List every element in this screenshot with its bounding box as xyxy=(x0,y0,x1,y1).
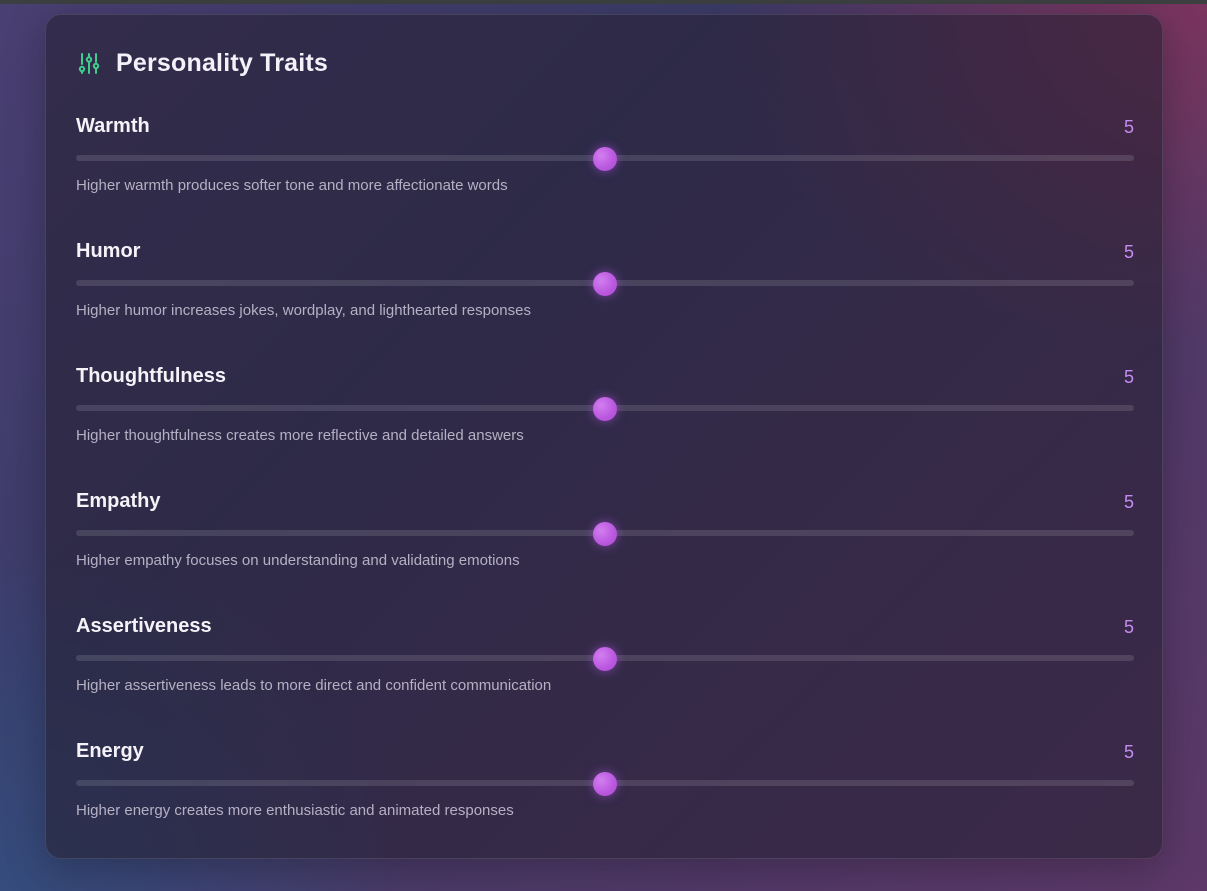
trait-description: Higher warmth produces softer tone and m… xyxy=(76,177,508,194)
trait-slider-thumb[interactable] xyxy=(593,522,617,546)
trait-label: Assertiveness xyxy=(76,615,212,637)
window-top-bar xyxy=(0,0,1207,4)
trait-label: Energy xyxy=(76,740,144,762)
trait-value: 5 xyxy=(1123,742,1134,762)
trait-slider-thumb[interactable] xyxy=(593,772,617,796)
trait-label: Empathy xyxy=(76,490,161,512)
trait-description: Higher humor increases jokes, wordplay, … xyxy=(76,302,531,319)
trait-slider-thumb[interactable] xyxy=(593,272,617,296)
trait-value: 5 xyxy=(1123,242,1134,262)
trait-description: Higher energy creates more enthusiastic … xyxy=(76,802,514,819)
trait-humor: Humor 5 Higher humor increases jokes, wo… xyxy=(76,240,1134,350)
trait-label: Thoughtfulness xyxy=(76,365,226,387)
trait-thoughtfulness: Thoughtfulness 5 Higher thoughtfulness c… xyxy=(76,365,1134,475)
trait-slider-thumb[interactable] xyxy=(593,397,617,421)
sliders-icon xyxy=(78,51,100,75)
trait-value: 5 xyxy=(1123,492,1134,512)
trait-value: 5 xyxy=(1123,367,1134,387)
trait-value: 5 xyxy=(1123,617,1134,637)
trait-description: Higher empathy focuses on understanding … xyxy=(76,552,520,569)
trait-energy: Energy 5 Higher energy creates more enth… xyxy=(76,740,1134,850)
trait-description: Higher thoughtfulness creates more refle… xyxy=(76,427,524,444)
trait-label: Warmth xyxy=(76,115,150,137)
trait-label: Humor xyxy=(76,240,141,262)
trait-empathy: Empathy 5 Higher empathy focuses on unde… xyxy=(76,490,1134,600)
panel-header: Personality Traits xyxy=(78,47,328,79)
trait-value: 5 xyxy=(1123,117,1134,137)
panel-title: Personality Traits xyxy=(116,48,329,77)
personality-traits-panel: Personality Traits Warmth 5 Higher warmt… xyxy=(45,14,1163,859)
trait-assertiveness: Assertiveness 5 Higher assertiveness lea… xyxy=(76,615,1134,725)
trait-warmth: Warmth 5 Higher warmth produces softer t… xyxy=(76,115,1134,225)
trait-slider-thumb[interactable] xyxy=(593,647,617,671)
trait-slider-thumb[interactable] xyxy=(593,147,617,171)
trait-description: Higher assertiveness leads to more direc… xyxy=(76,677,552,694)
